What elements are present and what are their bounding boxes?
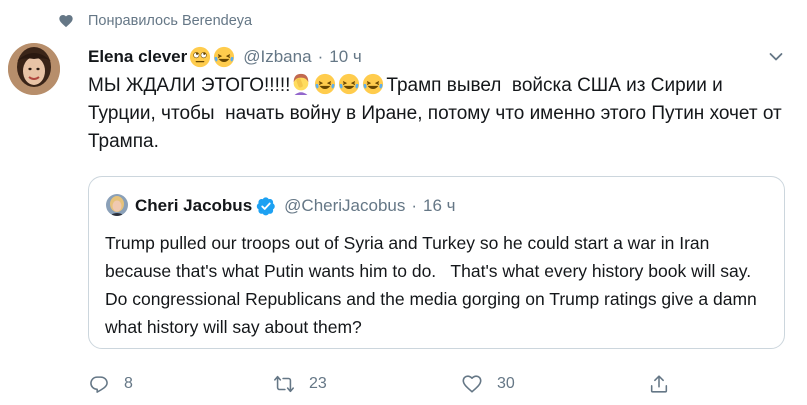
retweet-button[interactable]: 23 bbox=[273, 370, 327, 398]
laughing-tears-emoji bbox=[363, 73, 384, 95]
avatar-image bbox=[8, 43, 60, 95]
like-button[interactable]: 30 bbox=[461, 370, 515, 398]
share-button[interactable] bbox=[648, 370, 670, 398]
quoted-author-handle[interactable]: @CheriJacobus bbox=[284, 196, 405, 216]
heart-icon bbox=[462, 375, 482, 393]
laughing-tears-emoji bbox=[214, 46, 235, 68]
tweet-actions: 8 23 30 bbox=[88, 370, 778, 398]
liked-by-text: Понравилось Berendeya bbox=[88, 13, 253, 29]
quoted-separator-dot: · bbox=[411, 196, 418, 215]
quoted-author-avatar[interactable] bbox=[106, 194, 128, 216]
author-avatar[interactable] bbox=[8, 43, 60, 95]
tweet-text-part-1: МЫ ЖДАЛИ ЭТОГО!!!!! bbox=[88, 75, 291, 96]
retweet-icon bbox=[274, 375, 294, 393]
laughing-tears-emoji bbox=[315, 73, 336, 95]
author-name[interactable]: Elena clever bbox=[88, 47, 187, 67]
quoted-tweet-card[interactable]: Cheri Jacobus @CheriJacobus · 16 ч Trump… bbox=[88, 176, 785, 349]
quoted-tweet-text: Trump pulled our troops out of Syria and… bbox=[105, 233, 762, 337]
verified-badge-icon bbox=[256, 197, 275, 216]
author-handle[interactable]: @Izbana bbox=[243, 47, 311, 67]
chevron-down-icon[interactable] bbox=[769, 52, 783, 62]
reply-button[interactable]: 8 bbox=[88, 370, 133, 398]
heart-icon bbox=[59, 15, 73, 28]
quoted-tweet-timestamp[interactable]: 16 ч bbox=[423, 196, 456, 216]
tweet-text: МЫ ЖДАЛИ ЭТОГО!!!!! Трамп вывел войска С… bbox=[88, 72, 788, 156]
laughing-tears-emoji bbox=[339, 73, 360, 95]
retweet-count: 23 bbox=[309, 375, 327, 392]
separator-dot: · bbox=[317, 47, 324, 66]
tweet-timestamp[interactable]: 10 ч bbox=[329, 47, 362, 67]
rolling-eyes-emoji bbox=[190, 46, 211, 68]
reply-icon bbox=[90, 376, 108, 393]
facepalm-emoji bbox=[294, 73, 309, 95]
tweet-header: Elena clever @Izbana · 10 ч bbox=[88, 44, 362, 70]
social-context[interactable]: Понравилось Berendeya bbox=[58, 10, 252, 32]
like-count: 30 bbox=[497, 375, 515, 392]
author-name-emojis bbox=[189, 46, 237, 68]
quoted-tweet-header: Cheri Jacobus @CheriJacobus · 16 ч bbox=[135, 193, 456, 219]
quoted-avatar-image bbox=[106, 194, 128, 216]
quoted-author-name[interactable]: Cheri Jacobus bbox=[135, 196, 252, 216]
reply-count: 8 bbox=[124, 375, 133, 392]
share-icon bbox=[650, 375, 668, 393]
